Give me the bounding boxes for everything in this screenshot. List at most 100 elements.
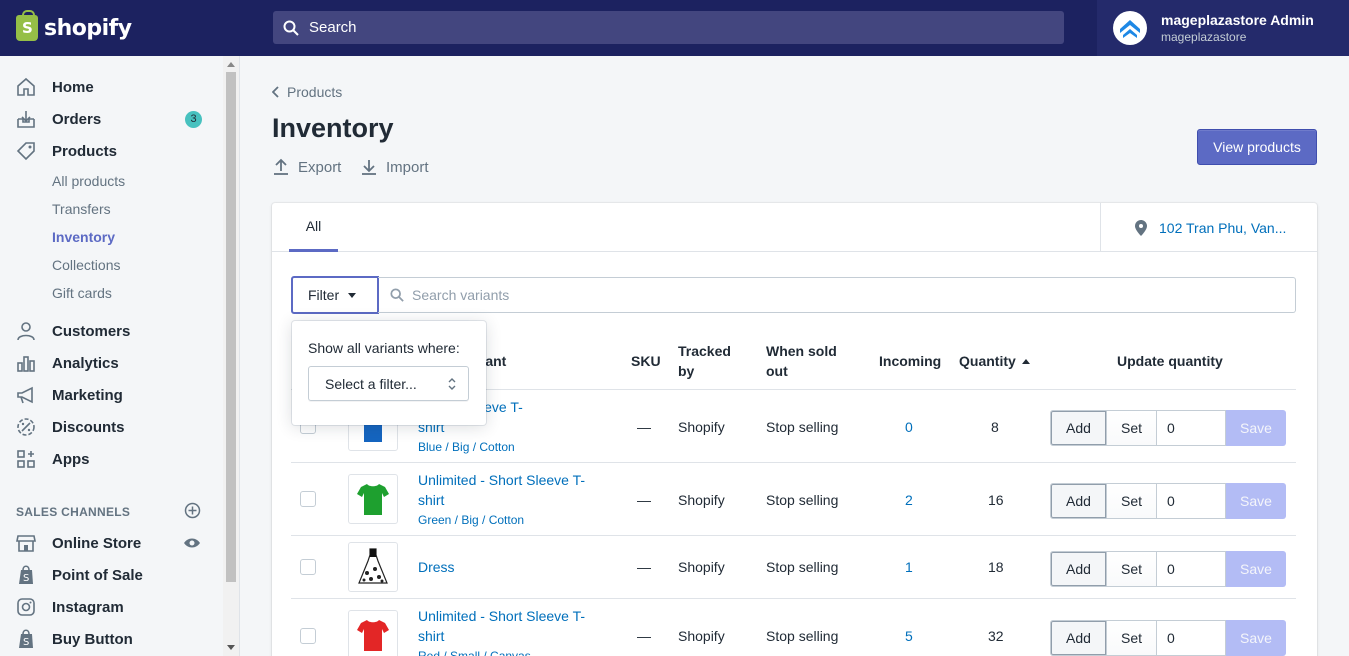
sidebar-item-apps[interactable]: Apps	[0, 444, 222, 474]
import-button[interactable]: Import	[360, 158, 429, 176]
filter-popover: Show all variants where: Select a filter…	[292, 321, 486, 425]
add-button[interactable]: Add	[1050, 410, 1107, 446]
add-button[interactable]: Add	[1050, 551, 1107, 587]
quantity-value: 8	[991, 419, 999, 435]
sidebar-item-marketing[interactable]: Marketing	[0, 380, 222, 410]
search-variants-input[interactable]	[412, 287, 1262, 303]
quantity-input[interactable]: 0	[1157, 551, 1226, 587]
product-thumbnail	[348, 610, 398, 656]
sidebar-item-label: Marketing	[52, 386, 123, 404]
top-bar: S shopify Search mageplazastore Admin ma…	[0, 0, 1349, 56]
add-button[interactable]: Add	[1050, 620, 1107, 656]
dress-icon	[358, 548, 388, 584]
row-checkbox[interactable]	[300, 559, 316, 575]
sidebar-item-orders[interactable]: Orders 3	[0, 104, 222, 134]
discounts-icon	[16, 417, 36, 437]
breadcrumb[interactable]: Products	[272, 84, 342, 100]
quantity-value: 16	[988, 492, 1004, 508]
incoming-link[interactable]: 5	[905, 628, 913, 644]
save-button[interactable]: Save	[1226, 483, 1286, 519]
sidebar-item-instagram[interactable]: Instagram	[0, 592, 222, 622]
sidebar-item-analytics[interactable]: Analytics	[0, 348, 222, 378]
scroll-up-icon[interactable]	[227, 62, 235, 67]
sidebar-subitem-gift-cards[interactable]: Gift cards	[52, 285, 112, 301]
set-button[interactable]: Set	[1107, 483, 1157, 519]
apps-icon	[16, 449, 36, 469]
sidebar-item-label: Apps	[52, 450, 90, 468]
store-icon	[16, 533, 36, 553]
quantity-value: 18	[988, 559, 1004, 575]
when-sold-out-value: Stop selling	[766, 559, 839, 575]
sidebar-item-label: Point of Sale	[52, 566, 143, 584]
header-incoming: Incoming	[879, 353, 942, 369]
save-button[interactable]: Save	[1226, 620, 1286, 656]
header-quantity[interactable]: Quantity	[959, 351, 1030, 371]
sidebar-scrollbar-thumb[interactable]	[226, 72, 236, 582]
analytics-icon	[16, 353, 36, 373]
sidebar-item-label: Customers	[52, 322, 131, 340]
sidebar-item-point-of-sale[interactable]: S Point of Sale	[0, 560, 222, 590]
filter-select[interactable]: Select a filter...	[308, 366, 469, 401]
sidebar-item-customers[interactable]: Customers	[0, 316, 222, 346]
pos-icon: S	[16, 565, 36, 585]
search-placeholder: Search	[309, 19, 357, 36]
save-button[interactable]: Save	[1226, 551, 1286, 587]
filter-button[interactable]: Filter	[291, 276, 379, 314]
sidebar-subitem-collections[interactable]: Collections	[52, 257, 120, 273]
product-name-link[interactable]: Dress	[418, 557, 598, 577]
sidebar-item-label: Buy Button	[52, 630, 133, 648]
breadcrumb-label: Products	[287, 84, 343, 100]
sidebar: Home Orders 3 Products All products Tran…	[0, 56, 240, 656]
location-selector[interactable]: 102 Tran Phu, Van...	[1100, 203, 1317, 252]
sidebar-subitem-transfers[interactable]: Transfers	[52, 201, 111, 217]
sidebar-item-label: Orders	[52, 110, 102, 128]
shopify-logo[interactable]: S shopify	[0, 0, 240, 56]
filter-label: Filter	[308, 287, 340, 303]
tab-all[interactable]: All	[289, 203, 338, 252]
incoming-link[interactable]: 2	[905, 492, 913, 508]
sidebar-subitem-all-products[interactable]: All products	[52, 173, 125, 189]
sidebar-item-home[interactable]: Home	[0, 72, 222, 102]
sidebar-subitem-inventory[interactable]: Inventory	[52, 229, 115, 245]
sku-value: —	[637, 559, 651, 575]
set-button[interactable]: Set	[1107, 620, 1157, 656]
row-checkbox[interactable]	[300, 628, 316, 644]
update-quantity-group: Add Set 0 Save	[1050, 483, 1286, 519]
incoming-link[interactable]: 0	[905, 419, 913, 435]
buy-button-icon: S	[16, 629, 36, 649]
incoming-link[interactable]: 1	[905, 559, 913, 575]
svg-text:S: S	[23, 637, 29, 648]
sidebar-item-buy-button[interactable]: S Buy Button	[0, 624, 222, 654]
export-button[interactable]: Export	[272, 158, 341, 176]
table-row: Dress — Shopify Stop selling 1 18 Add Se…	[291, 535, 1296, 598]
update-quantity-group: Add Set 0 Save	[1050, 410, 1286, 446]
tshirt-icon	[357, 484, 389, 515]
variant-options: Red / Small / Canvas	[418, 649, 531, 656]
global-search[interactable]: Search	[273, 11, 1064, 44]
save-button[interactable]: Save	[1226, 410, 1286, 446]
row-checkbox[interactable]	[300, 491, 316, 507]
product-name-link[interactable]: Unlimited - Short Sleeve T-shirt	[418, 470, 598, 510]
quantity-input[interactable]: 0	[1157, 483, 1226, 519]
sidebar-item-products[interactable]: Products	[0, 136, 222, 166]
sku-value: —	[637, 628, 651, 644]
add-button[interactable]: Add	[1050, 483, 1107, 519]
sidebar-item-label: Discounts	[52, 418, 125, 436]
account-menu[interactable]: mageplazastore Admin mageplazastore	[1097, 0, 1349, 56]
page-title: Inventory	[272, 113, 394, 143]
sidebar-item-label: Home	[52, 78, 94, 96]
eye-icon[interactable]	[183, 537, 201, 549]
scroll-down-icon[interactable]	[227, 645, 235, 650]
svg-text:S: S	[23, 573, 29, 584]
product-name-link[interactable]: Unlimited - Short Sleeve T-shirt	[418, 606, 598, 646]
quantity-input[interactable]: 0	[1157, 620, 1226, 656]
variant-search[interactable]	[378, 277, 1296, 313]
set-button[interactable]: Set	[1107, 410, 1157, 446]
caret-down-icon	[348, 292, 357, 298]
sidebar-item-discounts[interactable]: Discounts	[0, 412, 222, 442]
view-products-button[interactable]: View products	[1197, 129, 1317, 165]
set-button[interactable]: Set	[1107, 551, 1157, 587]
when-sold-out-value: Stop selling	[766, 492, 839, 508]
add-channel-icon[interactable]	[184, 502, 201, 519]
quantity-input[interactable]: 0	[1157, 410, 1226, 446]
